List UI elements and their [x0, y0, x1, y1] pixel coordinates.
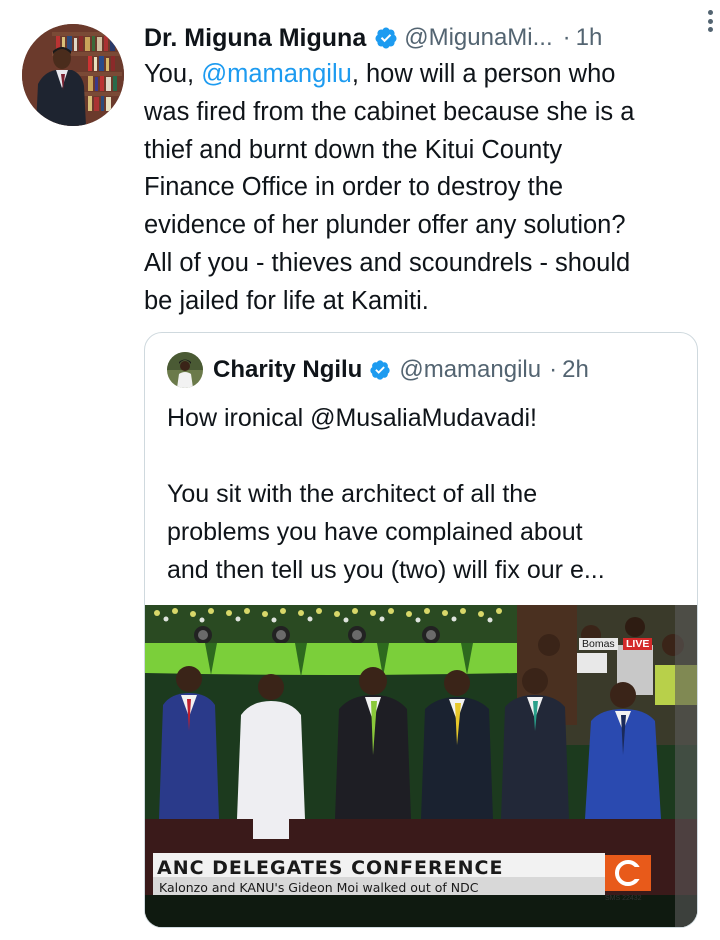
separator-dot: ·: [549, 356, 558, 383]
live-badge: LIVE: [623, 638, 653, 650]
quoted-tweet[interactable]: Charity Ngilu @mamangilu · 2h How ironic…: [144, 332, 698, 928]
tweet-text-segment: You,: [144, 60, 202, 88]
tweet-line: be jailed for life at Kamiti.: [144, 286, 429, 315]
tweet-text: You, @mamangilu, how will a person who w…: [144, 56, 704, 321]
tweet-line: was fired from the cabinet because she i…: [144, 97, 635, 126]
quoted-timestamp: 2h: [562, 356, 589, 383]
mention-link[interactable]: @mamangilu: [201, 60, 352, 88]
author-handle[interactable]: @MigunaMi...: [404, 24, 552, 52]
author-avatar[interactable]: [22, 24, 124, 126]
channel-bug-station: Bomas: [579, 638, 618, 650]
more-vertical-icon[interactable]: [702, 6, 718, 36]
tweet-line: You, @mamangilu, how will a person who: [144, 56, 704, 94]
quoted-author-handle: @mamangilu: [399, 356, 542, 383]
quoted-author-avatar: [167, 352, 203, 388]
verified-badge-icon: [375, 27, 397, 49]
tweet[interactable]: Dr. Miguna Miguna @MigunaMi... · 1h You,…: [0, 0, 720, 940]
author-name[interactable]: Dr. Miguna Miguna: [144, 24, 366, 53]
verified-badge-icon: [370, 360, 390, 380]
broadcast-ticker: Kalonzo and KANU's Gideon Moi walked out…: [159, 880, 479, 895]
quoted-text-line: You sit with the architect of all the: [167, 480, 538, 508]
broadcast-headline: ANC DELEGATES CONFERENCE: [157, 857, 504, 879]
quoted-text-line: How ironical @MusaliaMudavadi!: [167, 404, 537, 432]
separator-dot: ·: [562, 24, 571, 51]
tweet-line: evidence of her plunder offer any soluti…: [144, 211, 626, 240]
quoted-text-line: problems you have complained about: [167, 518, 583, 546]
tweet-text-segment: , how will a person who: [351, 60, 616, 88]
tweet-header: Dr. Miguna Miguna @MigunaMi... · 1h: [144, 18, 700, 58]
tweet-line: thief and burnt down the Kitui County: [144, 135, 563, 164]
tweet-line: All of you - thieves and scoundrels - sh…: [144, 248, 631, 277]
quoted-tweet-text: How ironical @MusaliaMudavadi! You sit w…: [167, 399, 687, 589]
quoted-author-name[interactable]: Charity Ngilu: [213, 356, 362, 384]
sms-code: SMS 22432: [605, 895, 642, 902]
quoted-media-image[interactable]: Bomas LIVE ANC DELEGATES CONFERENCE Kalo…: [145, 605, 697, 927]
quoted-tweet-header: Charity Ngilu @mamangilu · 2h: [167, 351, 589, 389]
tweet-line: Finance Office in order to destroy the: [144, 173, 564, 202]
timestamp[interactable]: 1h: [576, 24, 603, 52]
quoted-text-line: and then tell us you (two) will fix our …: [167, 556, 605, 584]
